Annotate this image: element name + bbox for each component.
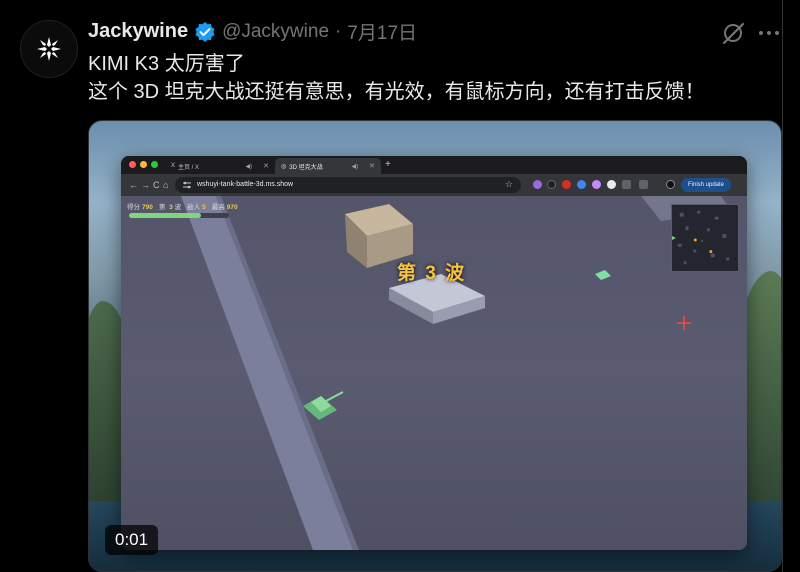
minimap: [671, 204, 739, 272]
browser-toolbar: ← → C ⌂ wshuyi-tank-battle-3d.ms.show ☆: [121, 174, 747, 196]
display-name[interactable]: Jackywine: [88, 20, 188, 43]
score-stat: 得分 790: [127, 204, 153, 211]
back-icon[interactable]: ←: [129, 180, 138, 190]
video-media[interactable]: X 主页 / X ◀) ✕ ◎ 3D 坦克大战 ◀) ✕ + ← → C ⌂ w…: [88, 120, 782, 572]
tank-favicon-icon: ◎: [281, 163, 287, 170]
bookmark-star-icon[interactable]: ☆: [505, 179, 513, 190]
speaker-icon: ◀): [245, 163, 253, 170]
browser-window: X 主页 / X ◀) ✕ ◎ 3D 坦克大战 ◀) ✕ + ← → C ⌂ w…: [121, 156, 747, 550]
post-date[interactable]: 7月17日: [347, 18, 417, 45]
health-bar-fill: [129, 213, 201, 218]
close-tab-icon[interactable]: ✕: [263, 162, 269, 170]
more-icon[interactable]: [756, 24, 782, 42]
extension-icon[interactable]: [533, 180, 542, 189]
column-divider: [782, 0, 783, 572]
game-hud: 得分 790 第 3 波 敌人 5 最高 970: [127, 201, 238, 211]
tweet-header: Jackywine @Jackywine · 7月17日: [88, 18, 417, 45]
address-bar[interactable]: wshuyi-tank-battle-3d.ms.show ☆: [175, 177, 521, 193]
puzzle-icon[interactable]: [622, 180, 631, 189]
extension-icon[interactable]: [547, 180, 556, 189]
tab-x-home[interactable]: X 主页 / X ◀) ✕: [165, 158, 275, 174]
wave-stat: 第 3 波: [158, 204, 182, 211]
logo-icon: [37, 37, 61, 61]
wave-banner: 第 3 波: [397, 263, 467, 284]
tab-label: 3D 坦克大战: [289, 164, 323, 171]
home-icon[interactable]: ⌂: [163, 180, 168, 190]
maximize-window-button[interactable]: [151, 161, 158, 168]
tweet-text: KIMI K3 太厉害了 这个 3D 坦克大战还挺有意思，有光效，有鼠标方向，还…: [88, 50, 705, 106]
video-timestamp: 0:01: [105, 525, 159, 555]
minimize-window-button[interactable]: [140, 161, 147, 168]
verified-badge-icon: [195, 21, 215, 42]
close-window-button[interactable]: [129, 161, 136, 168]
game-canvas[interactable]: 得分 790 第 3 波 敌人 5 最高 970 第 3 波: [121, 196, 747, 550]
player-tank: [303, 391, 344, 420]
site-info-icon[interactable]: [182, 180, 192, 190]
x-favicon-icon: X: [171, 163, 176, 169]
avatar[interactable]: [20, 20, 78, 78]
extension-icon[interactable]: [562, 180, 571, 189]
extension-icon[interactable]: [607, 180, 616, 189]
browser-tab-bar: X 主页 / X ◀) ✕ ◎ 3D 坦克大战 ◀) ✕ +: [121, 156, 747, 174]
close-tab-icon[interactable]: ✕: [369, 162, 375, 170]
reload-icon[interactable]: C: [153, 180, 160, 190]
tab-label: 主页 / X: [178, 164, 200, 171]
url-text: wshuyi-tank-battle-3d.ms.show: [197, 181, 294, 188]
health-bar: [129, 213, 229, 218]
crosshair-icon: [677, 316, 691, 330]
enemy-stat: 敌人 5: [187, 204, 206, 211]
new-tab-button[interactable]: +: [385, 159, 391, 170]
sidebar-icon[interactable]: [639, 180, 648, 189]
extension-icon[interactable]: [577, 180, 586, 189]
game-scene: [181, 196, 731, 550]
tab-tank-battle[interactable]: ◎ 3D 坦克大战 ◀) ✕: [275, 158, 381, 174]
tweet-text-line-1: KIMI K3 太厉害了: [88, 53, 245, 75]
enemy-tank: [595, 270, 611, 280]
speaker-icon: ◀): [351, 163, 359, 170]
profile-avatar-icon[interactable]: [666, 180, 675, 189]
separator-dot: ·: [335, 20, 342, 42]
best-stat: 最高 970: [211, 204, 238, 211]
finish-update-button[interactable]: Finish update: [681, 178, 732, 192]
forward-icon[interactable]: →: [141, 180, 150, 190]
extension-icon[interactable]: [592, 180, 601, 189]
tweet-text-line-2: 这个 3D 坦克大战还挺有意思，有光效，有鼠标方向，还有打击反馈！: [88, 81, 705, 103]
grok-icon[interactable]: [718, 18, 748, 48]
handle[interactable]: @Jackywine: [222, 21, 329, 43]
